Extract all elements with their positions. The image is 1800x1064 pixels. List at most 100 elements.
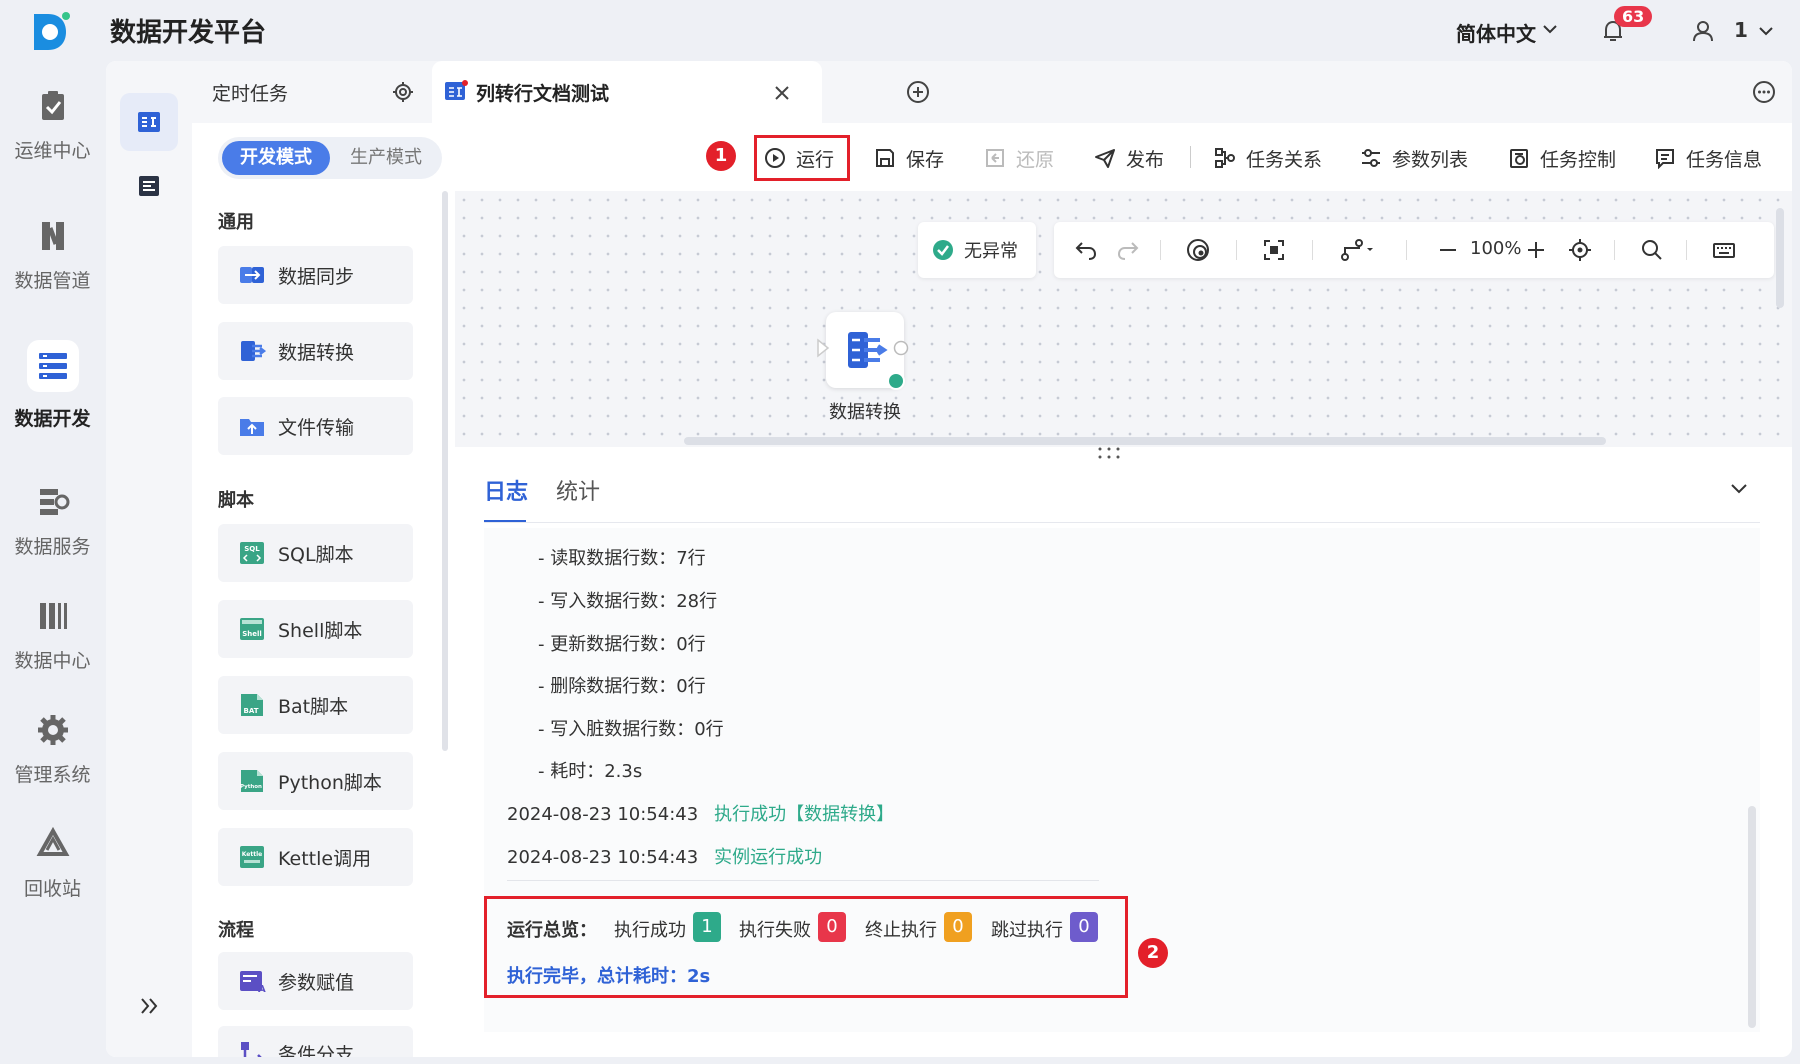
nav-label: 管理系统 (14, 764, 91, 786)
log-stat-line: - 写入数据行数：28行 (538, 591, 718, 612)
log-event-row: 2024-08-23 10:54:43 执行成功【数据转换】 (507, 800, 894, 826)
save-button[interactable]: 保存 (874, 136, 944, 180)
double-chevron-right-icon[interactable] (136, 993, 162, 1019)
dev-mode-button[interactable]: 开发模式 (222, 141, 330, 175)
clipboard-check-icon (41, 91, 64, 120)
zoom-out-icon[interactable] (1436, 238, 1460, 262)
language-selector[interactable]: 简体中文 (1456, 18, 1536, 47)
node-input-port-icon[interactable] (816, 338, 830, 358)
component-python-script[interactable]: Python Python脚本 (218, 752, 413, 810)
chevron-down-icon[interactable] (1728, 477, 1750, 499)
nav-pipeline[interactable]: 数据管道 (0, 218, 105, 293)
toolbar-divider (1160, 240, 1161, 260)
more-options-icon[interactable] (1752, 80, 1776, 104)
toolbar-divider (1686, 240, 1687, 260)
check-circle-icon (933, 240, 953, 260)
rail-docs-button[interactable] (120, 157, 178, 215)
component-file-transfer[interactable]: 文件传输 (218, 397, 413, 455)
component-data-sync[interactable]: 数据同步 (218, 246, 413, 304)
tab-log[interactable]: 日志 (484, 474, 528, 506)
task-relation-button[interactable]: 任务关系 (1214, 136, 1322, 180)
nav-ops-center[interactable]: 运维中心 (0, 88, 105, 163)
close-icon[interactable] (772, 83, 792, 103)
component-data-transform[interactable]: 数据转换 (218, 322, 413, 380)
notification-badge: 63 (1614, 6, 1653, 27)
user-icon[interactable] (1692, 20, 1714, 42)
component-bat-script[interactable]: BAT Bat脚本 (218, 676, 413, 734)
tab-label: 列转行文档测试 (476, 83, 610, 105)
toolbar-divider (1236, 240, 1237, 260)
task-control-button[interactable]: 任务控制 (1508, 136, 1616, 180)
task-info-button[interactable]: 任务信息 (1654, 136, 1762, 180)
save-icon (876, 149, 894, 167)
side-scrollbar[interactable] (442, 191, 448, 751)
gear-icon[interactable] (392, 81, 414, 103)
user-name[interactable]: 1 (1734, 18, 1748, 42)
node-success-dot-icon (887, 372, 905, 390)
rail-tasks-button[interactable] (120, 93, 178, 151)
bat-script-icon: BAT (241, 694, 263, 716)
keyboard-icon[interactable] (1712, 238, 1736, 262)
nav-data-dev[interactable]: 数据开发 (0, 340, 105, 431)
resize-handle-icon[interactable] (1096, 446, 1122, 460)
log-stat-line: - 写入脏数据行数：0行 (538, 719, 724, 740)
tab-active-task[interactable]: 列转行文档测试 (432, 61, 822, 123)
run-button[interactable]: 运行 (764, 136, 834, 180)
log-message: 实例运行成功 (714, 847, 823, 868)
nav-label: 运维中心 (14, 140, 91, 162)
search-icon[interactable] (1640, 238, 1664, 262)
component-label: Kettle调用 (278, 847, 372, 870)
restore-label: 还原 (1016, 148, 1055, 171)
redo-icon[interactable] (1116, 238, 1140, 262)
fit-view-icon[interactable] (1262, 238, 1286, 262)
prod-mode-button[interactable]: 生产模式 (334, 141, 438, 175)
secondary-rail (106, 61, 192, 1057)
zoom-in-icon[interactable] (1524, 238, 1548, 262)
chevron-down-icon[interactable] (1757, 22, 1775, 40)
tab-scheduled-tasks[interactable]: 定时任务 (192, 61, 442, 123)
chevron-down-icon[interactable] (1541, 20, 1559, 38)
branch-icon (241, 1042, 262, 1057)
add-tab-icon[interactable] (906, 80, 930, 104)
tab-label: 定时任务 (212, 83, 289, 105)
param-list-button[interactable]: 参数列表 (1360, 136, 1468, 180)
task-info-label: 任务信息 (1686, 148, 1763, 171)
component-shell-script[interactable]: Shell Shell脚本 (218, 600, 413, 658)
sliders-icon (1362, 149, 1380, 167)
restore-button[interactable]: 还原 (984, 136, 1054, 180)
status-indicator: 无异常 (918, 222, 1036, 278)
kettle-icon: Kettle (240, 846, 264, 868)
component-sql-script[interactable]: SQL SQL脚本 (218, 524, 413, 582)
component-condition-branch[interactable]: 条件分支 (218, 1026, 413, 1057)
tab-statistics[interactable]: 统计 (556, 474, 600, 506)
nav-recycle-bin[interactable]: 回收站 (0, 826, 105, 901)
undo-icon[interactable] (1074, 238, 1098, 262)
log-timestamp: 2024-08-23 10:54:43 (507, 847, 699, 868)
node-output-port-icon[interactable] (893, 340, 909, 356)
connector-style-icon[interactable] (1340, 238, 1376, 262)
task-flow-icon (138, 112, 160, 132)
log-vertical-scrollbar[interactable] (1748, 806, 1756, 1028)
component-label: Bat脚本 (278, 695, 349, 718)
canvas-vertical-scrollbar[interactable] (1776, 208, 1784, 308)
run-label: 运行 (796, 148, 835, 171)
canvas-horizontal-scrollbar[interactable] (684, 437, 1606, 445)
fail-count-badge: 0 (818, 912, 846, 942)
app-title: 数据开发平台 (110, 18, 267, 48)
param-assign-icon: A (240, 971, 266, 995)
locate-icon[interactable] (1568, 238, 1592, 262)
toolbar-divider (1190, 146, 1191, 168)
component-label: Shell脚本 (278, 619, 363, 642)
publish-button[interactable]: 发布 (1094, 136, 1164, 180)
sql-script-icon: SQL (240, 542, 264, 564)
nav-data-center[interactable]: 数据中心 (0, 598, 105, 673)
canvas-toolbar: 100% (1054, 222, 1774, 278)
nav-management[interactable]: 管理系统 (0, 712, 105, 787)
relation-icon (1215, 148, 1235, 168)
nav-data-service[interactable]: 数据服务 (0, 484, 105, 559)
svg-text:Python: Python (240, 784, 262, 790)
component-kettle-call[interactable]: Kettle Kettle调用 (218, 828, 413, 886)
component-param-assign[interactable]: A 参数赋值 (218, 952, 413, 1010)
log-stat-line: - 删除数据行数：0行 (538, 676, 706, 697)
auto-layout-icon[interactable] (1186, 238, 1210, 262)
